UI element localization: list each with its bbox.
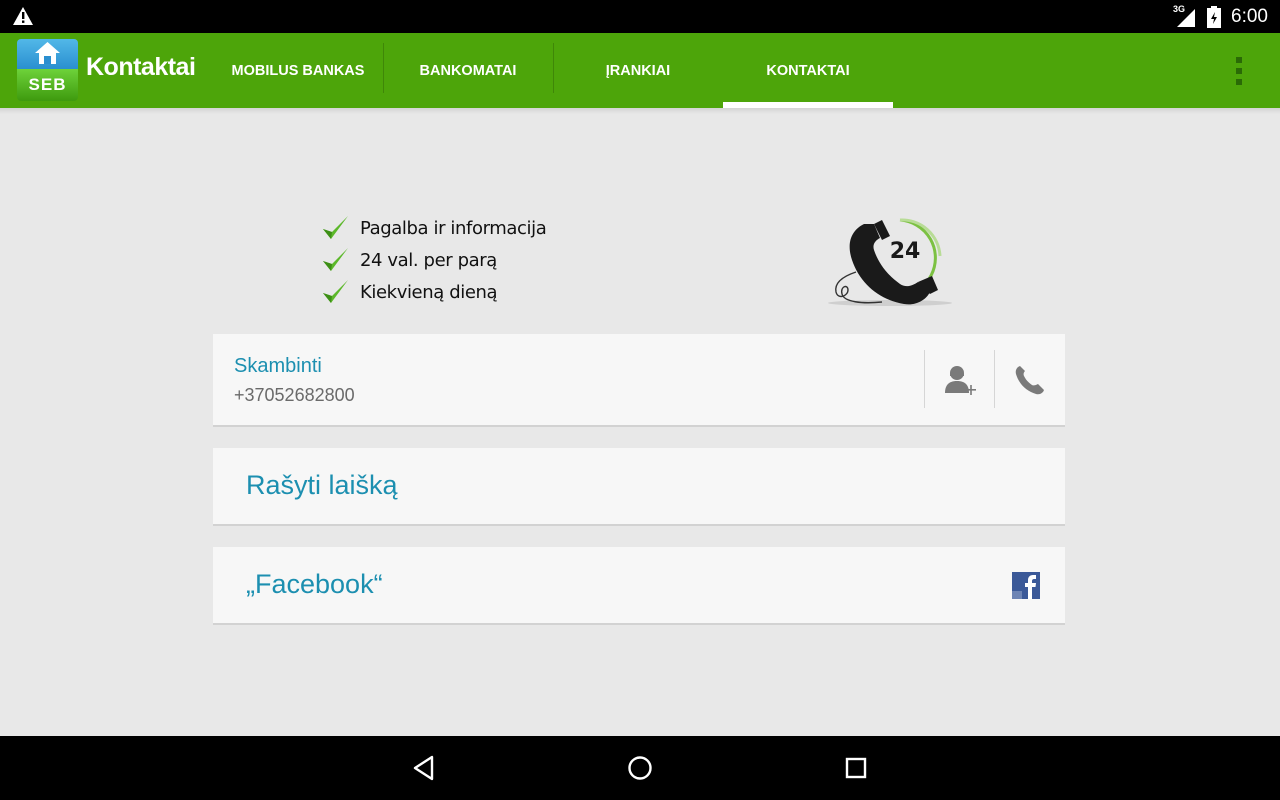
phone-number: +37052682800 [234,385,355,405]
feature-item: 24 val. per parą [320,244,546,276]
tab-mobilus-bankas[interactable]: MOBILUS BANKAS [213,33,383,108]
checkmark-icon [323,280,348,303]
facebook-label: „Facebook“ [246,569,383,599]
navigation-bar [0,736,1280,800]
phone-icon [1015,366,1044,395]
action-bar-shadow [0,108,1280,114]
checkmark-icon [323,248,348,271]
badge-24: 24 [890,239,921,264]
warning-icon [13,7,33,25]
call-button[interactable] [995,350,1063,410]
network-type: 3G [1173,3,1186,14]
page-title: Kontaktai [86,53,196,81]
recents-button[interactable] [836,748,876,788]
action-bar: SEB Kontaktai MOBILUS BANKAS BANKOMATAI … [0,33,1280,108]
signal-icon: 3G [1173,3,1197,28]
status-bar: 3G 6:00 [0,0,1280,33]
feature-label: Pagalba ir informacija [360,217,547,239]
feature-label: 24 val. per parą [360,249,497,271]
tab-label: KONTAKTAI [766,62,850,79]
tab-bankomatai[interactable]: BANKOMATAI [383,33,553,108]
logo-text: SEB [17,69,78,101]
support-24h-icon: 24 [828,218,952,306]
tab-bar: MOBILUS BANKAS BANKOMATAI ĮRANKIAI KONTA… [213,33,893,108]
seb-logo[interactable]: SEB [17,39,78,101]
call-title: Skambinti [234,355,322,377]
add-contact-button[interactable] [927,350,995,410]
tab-irankiai[interactable]: ĮRANKIAI [553,33,723,108]
facebook-icon [1012,572,1040,599]
divider [924,350,925,408]
battery-icon [1207,5,1222,28]
back-icon [413,755,434,781]
tab-label: MOBILUS BANKAS [231,62,365,79]
tab-kontaktai[interactable]: KONTAKTAI [723,33,893,108]
house-icon [17,39,78,69]
tab-label: BANKOMATAI [419,62,517,79]
home-button[interactable] [620,748,660,788]
add-contact-icon [945,366,976,395]
write-email-label: Rašyti laišką [246,470,398,500]
clock: 6:00 [1231,5,1268,27]
back-button[interactable] [404,748,444,788]
checkmark-icon [323,216,348,239]
write-email-card[interactable]: Rašyti laišką [213,448,1065,526]
tab-label: ĮRANKIAI [605,62,671,79]
call-card[interactable]: Skambinti +37052682800 [213,334,1065,427]
recents-icon [845,757,867,779]
feature-item: Pagalba ir informacija [320,212,547,244]
feature-item: Kiekvieną dieną [320,276,546,308]
feature-label: Kiekvieną dieną [360,281,498,303]
home-icon [628,756,652,780]
facebook-card[interactable]: „Facebook“ [213,547,1065,625]
support-banner: Pagalba ir informacija 24 val. per parą … [320,212,547,308]
overflow-menu-icon[interactable] [1236,57,1242,85]
